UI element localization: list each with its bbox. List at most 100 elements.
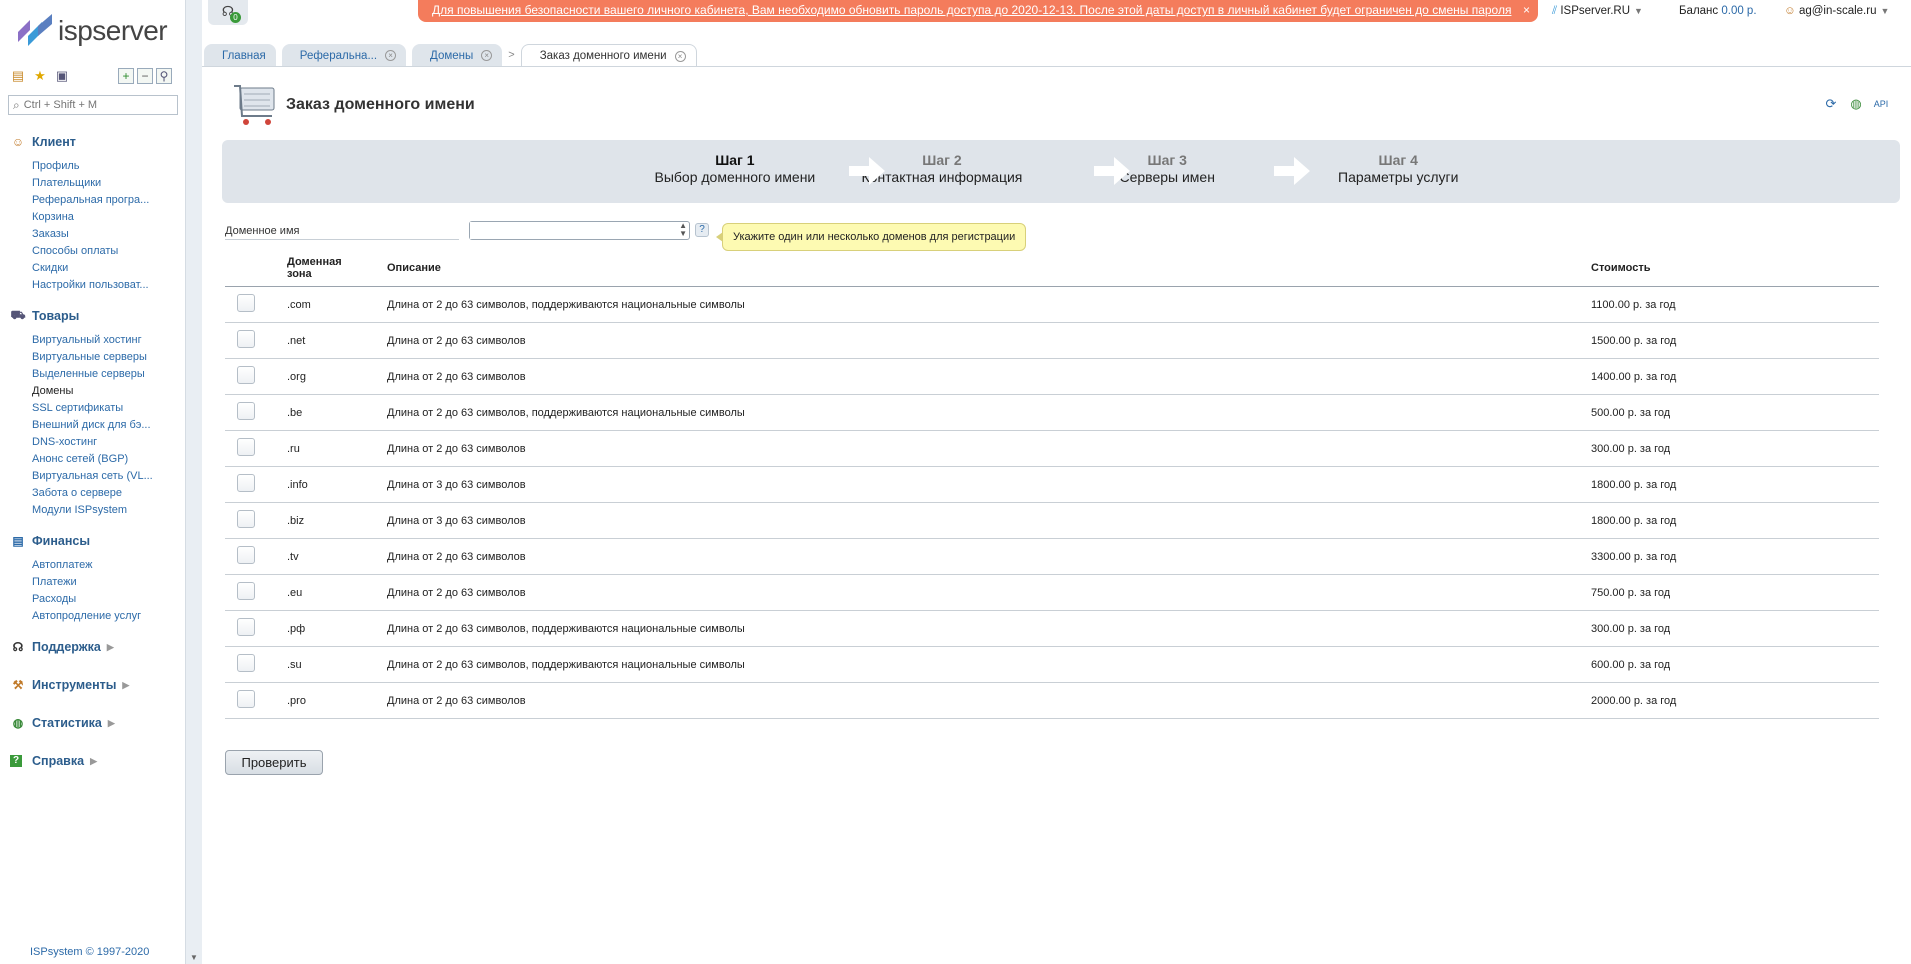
sidebar-item[interactable]: Анонс сетей (BGP) xyxy=(32,451,180,468)
domain-name-label: Доменное имя xyxy=(225,225,459,240)
sidebar-item[interactable]: Плательщики xyxy=(32,175,180,192)
banner-message[interactable]: Для повышения безопасности вашего личног… xyxy=(432,3,1511,17)
sidebar-group-0[interactable]: ☺ Клиент xyxy=(10,134,180,150)
tab-1[interactable]: Реферальна... × xyxy=(281,44,407,67)
sidebar-item[interactable]: Виртуальные серверы xyxy=(32,349,180,366)
sidebar-group-2[interactable]: ▤ Финансы xyxy=(10,533,180,549)
sidebar-scrollbar[interactable]: ▼ xyxy=(185,0,202,964)
row-checkbox[interactable] xyxy=(237,546,255,564)
copyright[interactable]: ISPsystem © 1997-2020 xyxy=(30,946,149,958)
resize-arrows-icon[interactable]: ▲ ▼ xyxy=(679,222,687,238)
sidebar-item[interactable]: Реферальная програ... xyxy=(32,192,180,209)
domain-zone: .org xyxy=(287,371,306,383)
balance-value: 0.00 р. xyxy=(1721,5,1757,17)
close-icon[interactable]: × xyxy=(481,50,493,61)
collapse-all-icon[interactable]: − xyxy=(137,68,153,84)
table-row[interactable]: .info Длина от 3 до 63 символов 1800.00 р.… xyxy=(225,467,1879,503)
globe-icon[interactable]: ◍ xyxy=(1848,96,1864,112)
favorites-star-icon[interactable]: ★ xyxy=(32,68,48,84)
sidebar-group-collapsed[interactable]: ◍ Статистика ▶ xyxy=(10,715,180,731)
refresh-icon[interactable]: ⟳ xyxy=(1823,96,1839,112)
row-checkbox[interactable] xyxy=(237,294,255,312)
logo[interactable]: ispserver xyxy=(16,12,168,50)
sidebar-item[interactable]: Выделенные серверы xyxy=(32,366,180,383)
table-row[interactable]: .su Длина от 2 до 63 символов, поддержива… xyxy=(225,647,1879,683)
table-row[interactable]: .pro Длина от 2 до 63 символов 2000.00 р. … xyxy=(225,683,1879,719)
domain-zone: .info xyxy=(287,479,308,491)
sidebar-item[interactable]: Виртуальный хостинг xyxy=(32,332,180,349)
sidebar-item[interactable]: Забота о сервере xyxy=(32,485,180,502)
sidebar-item[interactable]: Способы оплаты xyxy=(32,243,180,260)
sidebar-item[interactable]: Скидки xyxy=(32,260,180,277)
notifications-button[interactable]: ☊ 0 xyxy=(208,0,248,25)
table-row[interactable]: .com Длина от 2 до 63 символов, поддержив… xyxy=(225,287,1879,323)
row-checkbox[interactable] xyxy=(237,690,255,708)
sidebar-items: Автоплатеж Платежи Расходы Автопродление ус… xyxy=(10,557,180,625)
row-checkbox[interactable] xyxy=(237,618,255,636)
sidebar-item[interactable]: Автоплатеж xyxy=(32,557,180,574)
sidebar-search-input[interactable] xyxy=(23,99,169,111)
row-checkbox[interactable] xyxy=(237,654,255,672)
sidebar-item[interactable]: Настройки пользоват... xyxy=(32,277,180,294)
provider-selector[interactable]: ⫽ ISPserver.RU ▼ xyxy=(1552,5,1643,18)
sidebar-item[interactable]: Модули ISPsystem xyxy=(32,502,180,519)
domain-name-field[interactable]: ▲ ▼ xyxy=(469,221,690,240)
sidebar-item[interactable]: SSL сертификаты xyxy=(32,400,180,417)
row-checkbox[interactable] xyxy=(237,582,255,600)
header-description[interactable]: Описание xyxy=(387,262,441,274)
header-zone[interactable]: Доменная зона xyxy=(287,256,357,280)
sidebar-item[interactable]: Заказы xyxy=(32,226,180,243)
sidebar-group-collapsed[interactable]: ? Справка ▶ xyxy=(10,753,180,769)
sidebar-group-collapsed[interactable]: ☊ Поддержка ▶ xyxy=(10,639,180,655)
row-checkbox[interactable] xyxy=(237,330,255,348)
row-checkbox[interactable] xyxy=(237,366,255,384)
row-checkbox[interactable] xyxy=(237,438,255,456)
tab-2[interactable]: Домены × xyxy=(412,44,503,67)
close-icon[interactable]: × xyxy=(385,50,397,61)
table-row[interactable]: .net Длина от 2 до 63 символов 1500.00 р. … xyxy=(225,323,1879,359)
sidebar-item[interactable]: Профиль xyxy=(32,158,180,175)
sidebar-item[interactable]: Домены xyxy=(32,383,180,400)
domain-name-input[interactable] xyxy=(470,222,670,239)
table-row[interactable]: .org Длина от 2 до 63 символов 1400.00 р. … xyxy=(225,359,1879,395)
domain-zone: .biz xyxy=(287,515,305,527)
check-button[interactable]: Проверить xyxy=(225,750,323,775)
table-row[interactable]: .biz Длина от 3 до 63 символов 1800.00 р. … xyxy=(225,503,1879,539)
pin-icon[interactable]: ⚲ xyxy=(156,68,172,84)
sidebar-group-1[interactable]: ⛟ Товары xyxy=(10,308,180,324)
help-button[interactable]: ? xyxy=(695,223,709,237)
expand-all-icon[interactable]: + xyxy=(118,68,134,84)
sidebar-item[interactable]: Расходы xyxy=(32,591,180,608)
sidebar-item[interactable]: Платежи xyxy=(32,574,180,591)
ispsystem-icon: ⫽ xyxy=(1552,5,1558,17)
row-checkbox[interactable] xyxy=(237,402,255,420)
tab-3[interactable]: Заказ доменного имени × xyxy=(520,44,697,67)
zone-cost: 2000.00 р. за год xyxy=(1591,695,1677,707)
menu-tree-icon[interactable]: ▤ xyxy=(10,68,26,84)
table-row[interactable]: .eu Длина от 2 до 63 символов 750.00 р. за… xyxy=(225,575,1879,611)
chevron-down-icon: ▼ xyxy=(1880,6,1890,16)
api-icon[interactable]: API xyxy=(1873,96,1889,112)
close-icon[interactable]: × xyxy=(1523,0,1530,20)
user-menu[interactable]: ☺ ag@in-scale.ru ▼ xyxy=(1784,5,1889,17)
table-row[interactable]: .рф Длина от 2 до 63 символов, поддержива… xyxy=(225,611,1879,647)
sidebar-item[interactable]: Виртуальная сеть (VL... xyxy=(32,468,180,485)
row-checkbox[interactable] xyxy=(237,474,255,492)
sidebar-search[interactable]: ⌕ xyxy=(8,95,178,115)
table-row[interactable]: .tv Длина от 2 до 63 символов 3300.00 р. з… xyxy=(225,539,1879,575)
sidebar-group-collapsed[interactable]: ⚒ Инструменты ▶ xyxy=(10,677,180,693)
table-row[interactable]: .be Длина от 2 до 63 символов, поддержива… xyxy=(225,395,1879,431)
balance[interactable]: Баланс 0.00 р. xyxy=(1679,5,1757,17)
table-row[interactable]: .ru Длина от 2 до 63 символов 300.00 р. за… xyxy=(225,431,1879,467)
row-checkbox[interactable] xyxy=(237,510,255,528)
briefcase-icon[interactable]: ▣ xyxy=(54,68,70,84)
sidebar-item[interactable]: Корзина xyxy=(32,209,180,226)
sidebar-item[interactable]: Внешний диск для бэ... xyxy=(32,417,180,434)
header-cost[interactable]: Стоимость xyxy=(1591,262,1651,274)
zone-description: Длина от 3 до 63 символов xyxy=(387,515,526,527)
close-icon[interactable]: × xyxy=(674,50,686,62)
scroll-down-icon[interactable]: ▼ xyxy=(190,953,198,962)
tab-0[interactable]: Главная xyxy=(204,44,276,67)
sidebar-item[interactable]: Автопродление услуг xyxy=(32,608,180,625)
sidebar-item[interactable]: DNS-хостинг xyxy=(32,434,180,451)
